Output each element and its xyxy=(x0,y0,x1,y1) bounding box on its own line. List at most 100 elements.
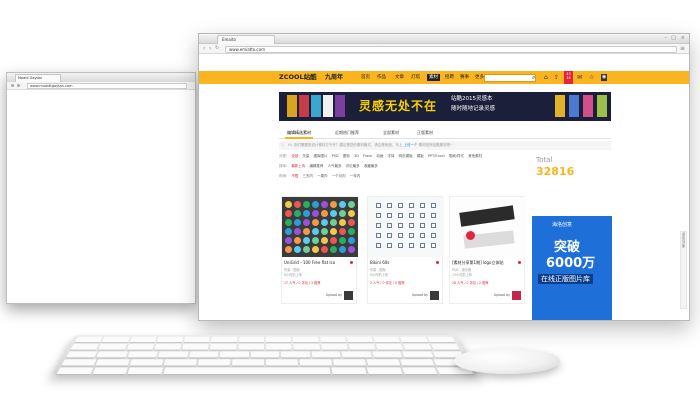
nav-item-works[interactable]: 作品 xyxy=(377,74,386,81)
back-to-top-button[interactable]: 返 回 顶 部 xyxy=(680,231,687,309)
filter-option[interactable]: 不限 xyxy=(291,174,298,178)
line-icon xyxy=(409,233,414,238)
filter-option[interactable]: 图库图片 xyxy=(314,154,328,158)
filter-option[interactable]: 人气最多 xyxy=(328,164,342,168)
upload-icon[interactable]: ⇪ xyxy=(554,74,559,81)
line-icon xyxy=(398,203,403,208)
back-window-tab[interactable]: Moaid Gaytan xyxy=(15,74,61,82)
filter-row-time: 时间: 不限 三天内 一周内 一个月内 一年内 xyxy=(279,173,363,180)
banner-thumb-6 xyxy=(555,95,565,117)
card-title[interactable]: Bikini 60s xyxy=(370,260,434,266)
filter-option[interactable]: 动画 xyxy=(376,154,383,158)
filter-option[interactable]: 笔刷/样式 xyxy=(449,154,464,158)
recommend-pin-icon xyxy=(436,261,439,264)
user-icon[interactable]: ◉ xyxy=(601,74,608,81)
recommend-pin-icon xyxy=(518,261,521,264)
filter-option[interactable]: 三天内 xyxy=(302,174,313,178)
line-icon xyxy=(420,223,425,228)
card-title[interactable]: UniGrid - 100 Free flat Ico xyxy=(284,260,348,266)
filter-option[interactable]: 评论最多 xyxy=(346,164,360,168)
line-icon xyxy=(431,223,436,228)
tab-all-materials[interactable]: 全部素材 xyxy=(381,129,401,137)
filter-option[interactable]: 最新上传 xyxy=(291,164,305,168)
filter-option[interactable]: Flash xyxy=(363,154,372,158)
material-card[interactable]: [素材分享第1期] logo立体贴 PSD - 设计稿 13小时前上传 28 人… xyxy=(449,196,526,304)
filter-option[interactable]: 3D xyxy=(354,154,359,158)
line-icon xyxy=(420,213,425,218)
tab-editor-picks[interactable]: 编辑精选素材 xyxy=(285,129,313,139)
uploader-avatar[interactable] xyxy=(430,291,439,300)
material-card[interactable]: UniGrid - 100 Free flat Ico 矢量 - 图标 8小时前… xyxy=(281,196,358,304)
nav-item-more[interactable]: 更多 xyxy=(475,74,484,81)
filter-option[interactable]: 一周内 xyxy=(317,174,328,178)
card-uploaded-by: Upload by xyxy=(411,293,428,297)
tab-licensed-materials[interactable]: 正版素材 xyxy=(415,129,435,137)
main-window-tab[interactable]: Emaito xyxy=(217,35,275,44)
filter-option[interactable]: 网页模板 xyxy=(399,154,413,158)
filter-option[interactable]: 一年内 xyxy=(350,174,361,178)
total-count: 32816 xyxy=(536,165,575,178)
back-nav-back-icon[interactable] xyxy=(11,84,14,87)
hamburger-menu-icon[interactable]: ≡ xyxy=(680,46,685,52)
side-advertisement[interactable]: 海洛创意 突破 6000万 在线正版图片库 xyxy=(532,216,612,320)
notice-link[interactable]: 上传一个 xyxy=(403,143,417,147)
card-thumbnail-logo-mockup[interactable] xyxy=(450,197,526,257)
line-icon xyxy=(431,233,436,238)
search-icon[interactable]: ⌕ xyxy=(532,74,535,82)
filter-option[interactable]: PSD xyxy=(332,154,339,158)
line-icon xyxy=(431,243,436,248)
keyboard-key xyxy=(401,367,438,375)
nav-item-contests[interactable]: 赛事 xyxy=(460,74,469,81)
line-icon xyxy=(376,243,381,248)
nav-item-articles[interactable]: 文章 xyxy=(395,74,404,81)
nav-item-lighthouse[interactable]: 灯塔 xyxy=(411,74,420,81)
site-search-input[interactable] xyxy=(484,74,536,82)
filter-option[interactable]: 模板 xyxy=(417,154,424,158)
card-stats: 2 人气 / 0 评论 / 0 推荐 xyxy=(370,281,405,285)
filter-option[interactable]: 收藏最多 xyxy=(364,164,378,168)
filter-option[interactable]: 一个月内 xyxy=(332,174,346,178)
card-thumbnail-icon-grid[interactable] xyxy=(282,197,358,257)
url-field[interactable]: www.emiatto.com xyxy=(225,46,677,53)
flat-icon xyxy=(330,201,337,208)
filter-option[interactable]: 全部 xyxy=(291,154,298,158)
ad-brand-logo: 海洛创意 xyxy=(552,222,573,228)
star-icon[interactable]: ☆ xyxy=(589,74,594,81)
nav-item-jobs[interactable]: 招聘 xyxy=(445,74,454,81)
filter-option[interactable]: 其他素材 xyxy=(468,154,482,158)
card-thumbnail-icon-set[interactable] xyxy=(368,197,444,257)
keyboard-key xyxy=(430,343,460,350)
minimize-icon[interactable]: – xyxy=(665,36,668,41)
filter-option[interactable]: PPT/Excel xyxy=(428,154,445,158)
tab-recent-hot[interactable]: 近期热门推荐 xyxy=(333,129,361,137)
keyboard-row xyxy=(66,351,465,358)
keyboard-key xyxy=(400,336,428,343)
reload-icon[interactable]: ↻ xyxy=(215,45,219,52)
site-logo[interactable]: ZCOOL站酷 xyxy=(279,73,317,82)
filter-option[interactable]: 字体 xyxy=(387,154,394,158)
back-url-field[interactable]: www.muaidtgaytan.com xyxy=(27,83,187,89)
filter-label: 时间: xyxy=(279,174,288,178)
line-icon xyxy=(431,213,436,218)
banner-thumb-2 xyxy=(299,95,309,117)
forward-arrow-icon[interactable]: › xyxy=(209,45,211,52)
uploader-avatar[interactable] xyxy=(512,291,521,300)
back-nav-forward-icon[interactable] xyxy=(17,84,20,87)
material-card[interactable]: Bikini 60s 矢量 - 图标 9小时前上传 2 人气 / 0 评论 / … xyxy=(367,196,444,304)
back-arrow-icon[interactable]: ‹ xyxy=(203,45,205,52)
home-icon[interactable]: ⌂ xyxy=(544,74,548,81)
promo-banner[interactable]: 灵感无处不在 站酷2015灵感本 随时随地记录灵感 xyxy=(279,92,611,121)
flat-icon xyxy=(294,219,301,226)
keyboard-key xyxy=(219,351,249,358)
nav-item-materials[interactable]: 素材 xyxy=(427,74,440,81)
notification-icon[interactable]: ✉ xyxy=(577,74,582,81)
maximize-icon[interactable]: □ xyxy=(671,36,676,41)
filter-option[interactable]: 矢量 xyxy=(302,154,309,158)
card-title[interactable]: [素材分享第1期] logo立体贴 xyxy=(452,260,516,266)
nav-item-home[interactable]: 首页 xyxy=(361,74,370,81)
uploader-avatar[interactable] xyxy=(344,291,353,300)
notification-badge[interactable]: 43 16 xyxy=(564,71,573,84)
filter-option[interactable]: 编辑推荐 xyxy=(309,164,323,168)
filter-option[interactable]: 图标 xyxy=(343,154,350,158)
close-icon[interactable]: × xyxy=(681,36,685,41)
